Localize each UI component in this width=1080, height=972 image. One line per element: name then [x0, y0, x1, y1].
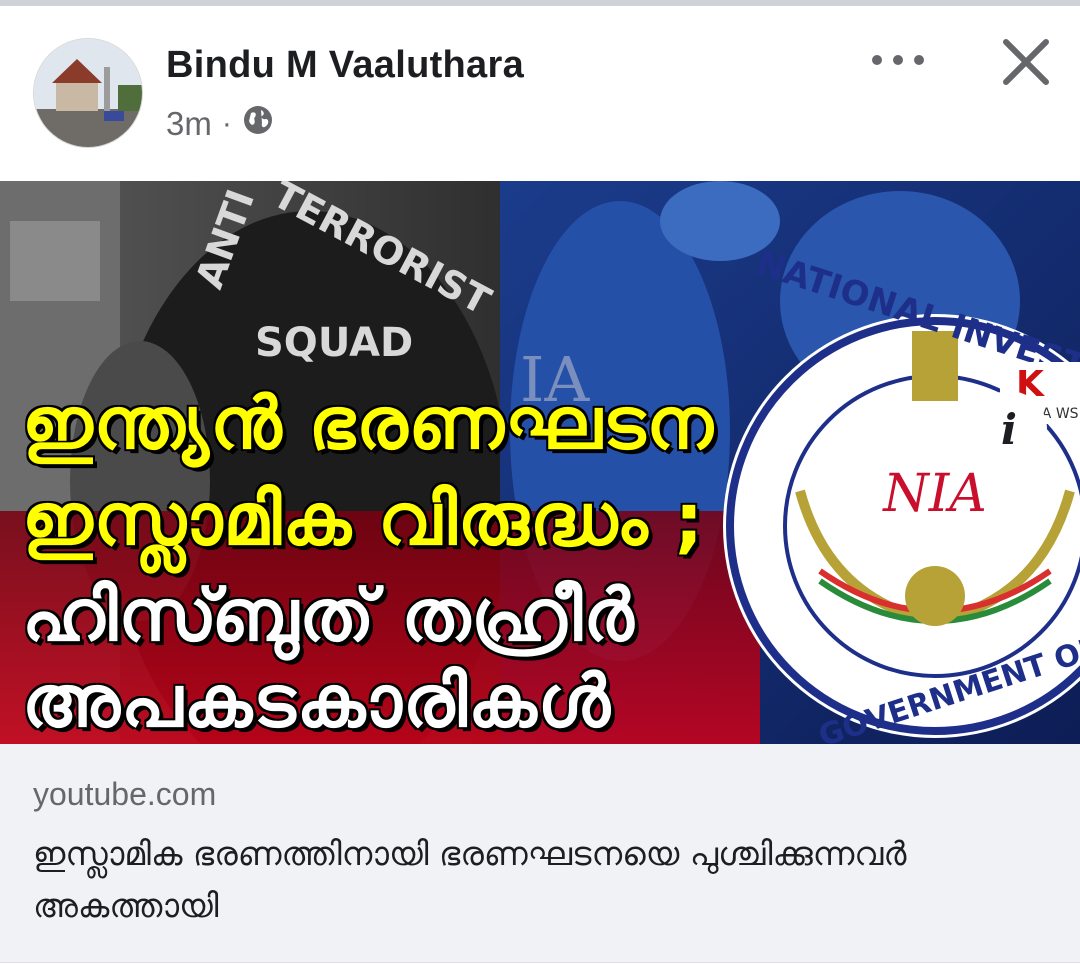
vest-text-squad: SQUAD	[255, 320, 413, 366]
close-icon	[1003, 39, 1049, 85]
link-domain: youtube.com	[33, 776, 217, 812]
info-icon: i	[1001, 404, 1017, 454]
avatar[interactable]	[33, 38, 143, 148]
profile-photo	[34, 39, 142, 147]
link-title[interactable]: ഇസ്ലാമിക ഭരണത്തിനായി ഭരണഘടനയെ പുശ്ചിക്കു…	[33, 828, 1033, 932]
post-timestamp[interactable]: 3m	[166, 105, 212, 143]
more-options-icon	[872, 55, 882, 65]
post-meta: 3m ·	[166, 104, 274, 144]
globe-icon[interactable]	[242, 104, 274, 144]
more-options-button[interactable]	[866, 42, 930, 78]
video-thumbnail[interactable]: NIA NATIONAL INVESTIGATION GOVERNMENT OF…	[0, 181, 1080, 744]
headline-line-1: ഇന്ത്യൻ ഭരണഘടന	[21, 380, 715, 467]
card-divider	[0, 962, 1080, 972]
headline-line-2: ഇസ്ലാമിക വിരുദ്ധം ;	[21, 476, 705, 563]
close-button[interactable]	[996, 32, 1056, 92]
info-button[interactable]: i	[971, 391, 1047, 467]
headline-line-3: ഹിസ്ബുത് തഹ്രീർ	[21, 572, 636, 659]
post-author-name[interactable]: Bindu M Vaaluthara	[166, 44, 524, 87]
meta-separator: ·	[221, 107, 232, 140]
headline-line-4: അപകടകാരികൾ	[21, 658, 612, 745]
top-divider	[0, 0, 1080, 6]
